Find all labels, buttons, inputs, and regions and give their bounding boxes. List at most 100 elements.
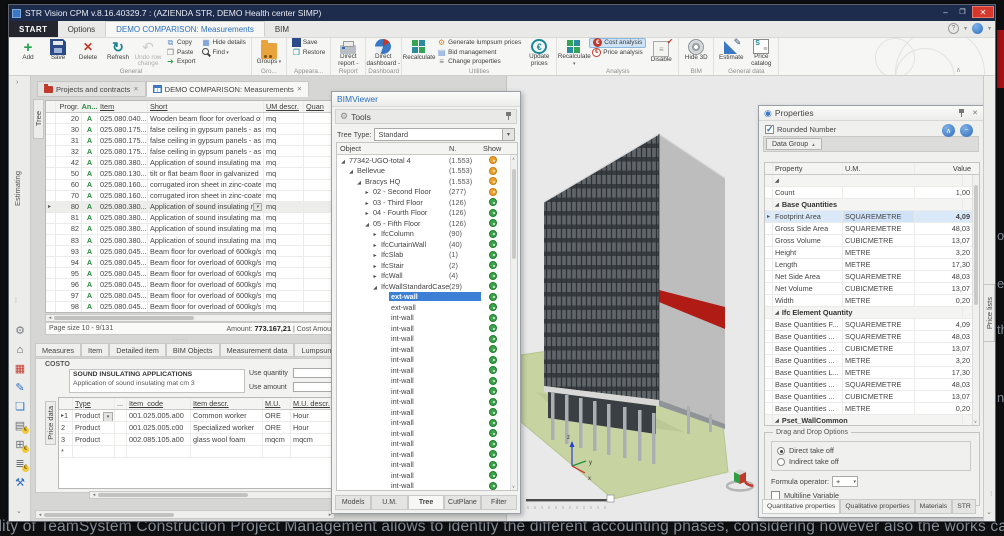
- detail-tab[interactable]: BIM Objects: [166, 343, 220, 357]
- ribbon-collapse-icon[interactable]: ∧: [956, 66, 961, 74]
- ribbon-button[interactable]: Direct report -: [333, 38, 363, 67]
- ribbon-button[interactable]: Hide details: [198, 38, 248, 48]
- visibility-icon[interactable]: [489, 471, 497, 479]
- tree-row[interactable]: 77342-UGO-total 4 (1.553): [337, 155, 517, 166]
- detail-tab[interactable]: Lumpsum works: [294, 343, 335, 357]
- visibility-icon[interactable]: [489, 230, 497, 238]
- expander-icon[interactable]: [339, 156, 347, 165]
- component-row[interactable]: 3 Product 002.085.105.a00 glass wool foa…: [59, 434, 333, 446]
- table-row[interactable]: 31 A 025.080.175.... false ceiling in gy…: [46, 135, 333, 146]
- expander-icon[interactable]: [371, 261, 379, 270]
- tree-row[interactable]: int-wall: [337, 386, 517, 397]
- column-header[interactable]: ...: [115, 398, 127, 409]
- chevron-down-icon[interactable]: ⌄: [986, 508, 992, 516]
- tree-row[interactable]: int-wall: [337, 313, 517, 324]
- visibility-icon[interactable]: [489, 419, 497, 427]
- tree-row[interactable]: IfcSlab (1): [337, 250, 517, 261]
- component-row[interactable]: 2 Product 001.025.005.c00 Specialized wo…: [59, 422, 333, 434]
- ribbon-tab[interactable]: BIM: [265, 21, 299, 37]
- column-header[interactable]: Item descr.: [191, 398, 263, 409]
- tree-type-select[interactable]: Standard: [374, 128, 515, 141]
- horizontal-scrollbar[interactable]: ◂: [89, 491, 333, 499]
- expander-icon[interactable]: [363, 187, 371, 196]
- splitter-handle[interactable]: ⁞: [990, 492, 993, 498]
- component-row[interactable]: 1 Product 001.025.005.a00 Common worker …: [59, 410, 333, 422]
- pin-icon[interactable]: [958, 109, 965, 118]
- restore-button[interactable]: [955, 6, 970, 18]
- detail-tab[interactable]: Item: [81, 343, 109, 357]
- table-row[interactable]: 98 A 025.080.045.... Beam floor for over…: [46, 302, 333, 313]
- ribbon-button[interactable]: Price catalog: [746, 38, 776, 67]
- minimize-button[interactable]: [938, 6, 953, 18]
- table-row[interactable]: 30 A 025.080.175.... false ceiling in gy…: [46, 124, 333, 135]
- tree-row[interactable]: IfcCurtainWall (40): [337, 239, 517, 250]
- column-header[interactable]: Show: [483, 144, 501, 153]
- document-tab[interactable]: Projects and contracts: [37, 81, 146, 97]
- visibility-icon[interactable]: [489, 345, 497, 353]
- table-row[interactable]: 32 A 025.080.175.... false ceiling in gy…: [46, 146, 333, 157]
- ribbon-button[interactable]: Restore: [289, 48, 328, 58]
- ribbon-button[interactable]: Estimate: [716, 38, 746, 67]
- tree-row[interactable]: int-wall: [337, 407, 517, 418]
- ribbon-button[interactable]: Save: [289, 38, 328, 48]
- ribbon-button[interactable]: Generate lumpsum prices: [434, 38, 524, 48]
- column-header[interactable]: M.U. descr.: [291, 398, 333, 409]
- expander-icon[interactable]: [363, 198, 371, 207]
- column-header[interactable]: UM descr.: [264, 101, 304, 112]
- horizontal-scrollbar[interactable]: ◂▸: [35, 510, 335, 519]
- chevron-down-icon[interactable]: [253, 203, 262, 211]
- building-side-face[interactable]: [659, 134, 725, 424]
- collapse-all-button[interactable]: ∧: [942, 124, 955, 137]
- visibility-icon[interactable]: [489, 387, 497, 395]
- module-icon[interactable]: ≣: [13, 457, 27, 470]
- ribbon-button[interactable]: Cost analysis: [589, 38, 646, 48]
- module-icon[interactable]: ❏: [13, 400, 27, 413]
- expander-icon[interactable]: [371, 229, 379, 238]
- module-icon[interactable]: ⚙: [13, 324, 27, 337]
- table-row[interactable]: 96 A 025.080.045.... Beam floor for over…: [46, 279, 333, 290]
- rounded-number-checkbox[interactable]: [765, 125, 774, 134]
- table-row[interactable]: 80 A 025.080.380.... Application of soun…: [46, 202, 333, 213]
- expand-all-button[interactable]: −: [960, 124, 973, 137]
- property-row[interactable]: Net Side Area SQUAREMETRE 48,03: [765, 271, 979, 283]
- tree-row[interactable]: 04 - Fourth Floor (126): [337, 208, 517, 219]
- table-row[interactable]: 82 A 025.080.380.... Application of soun…: [46, 224, 333, 235]
- ribbon-button[interactable]: Add: [13, 38, 43, 67]
- bimviewer-tab[interactable]: Tree: [408, 495, 444, 510]
- expander-icon[interactable]: [363, 219, 371, 228]
- visibility-icon[interactable]: [489, 314, 497, 322]
- module-icon[interactable]: ▦: [13, 362, 27, 375]
- column-header[interactable]: U.M.: [843, 163, 915, 174]
- detail-tab[interactable]: Measures: [35, 343, 81, 357]
- price-lists-side-tab[interactable]: Price lists: [983, 284, 995, 342]
- column-header[interactable]: An...: [82, 101, 98, 112]
- tree-row[interactable]: int-wall: [337, 481, 517, 492]
- help-icon[interactable]: ?: [948, 23, 959, 34]
- visibility-icon[interactable]: [489, 461, 497, 469]
- ribbon-button[interactable]: Paste: [163, 48, 198, 58]
- ribbon-button[interactable]: Save: [43, 38, 73, 67]
- visibility-icon[interactable]: [489, 450, 497, 458]
- column-header[interactable]: Progr.: [56, 101, 82, 112]
- table-row[interactable]: 20 A 025.080.040.... Wooden beam floor f…: [46, 113, 333, 124]
- property-row[interactable]: [765, 175, 979, 187]
- tree-row[interactable]: int-wall: [337, 365, 517, 376]
- ribbon-button[interactable]: Bid management: [434, 48, 524, 58]
- expander-icon[interactable]: [371, 250, 379, 259]
- expander-icon[interactable]: [371, 282, 379, 291]
- column-header[interactable]: Value: [915, 163, 979, 174]
- tree-row[interactable]: IfcWall (4): [337, 271, 517, 282]
- tree-row[interactable]: ext-wall: [337, 302, 517, 313]
- column-header[interactable]: Object: [337, 144, 361, 153]
- tree-row[interactable]: ext-wall: [337, 292, 517, 303]
- formula-operator-select[interactable]: +: [832, 476, 858, 487]
- column-header[interactable]: M.U.: [263, 398, 291, 409]
- pin-icon[interactable]: [505, 112, 512, 121]
- visibility-icon[interactable]: [489, 188, 497, 196]
- column-header[interactable]: Item: [98, 101, 148, 112]
- property-row[interactable]: Base Quantities ... SQUAREMETRE 48,03: [765, 331, 979, 343]
- visibility-icon[interactable]: [489, 156, 497, 164]
- table-row[interactable]: 70 A 025.080.160.... corrugated iron she…: [46, 191, 333, 202]
- module-icon[interactable]: ⊞: [13, 438, 27, 451]
- table-row[interactable]: 94 A 025.080.045.... Beam floor for over…: [46, 257, 333, 268]
